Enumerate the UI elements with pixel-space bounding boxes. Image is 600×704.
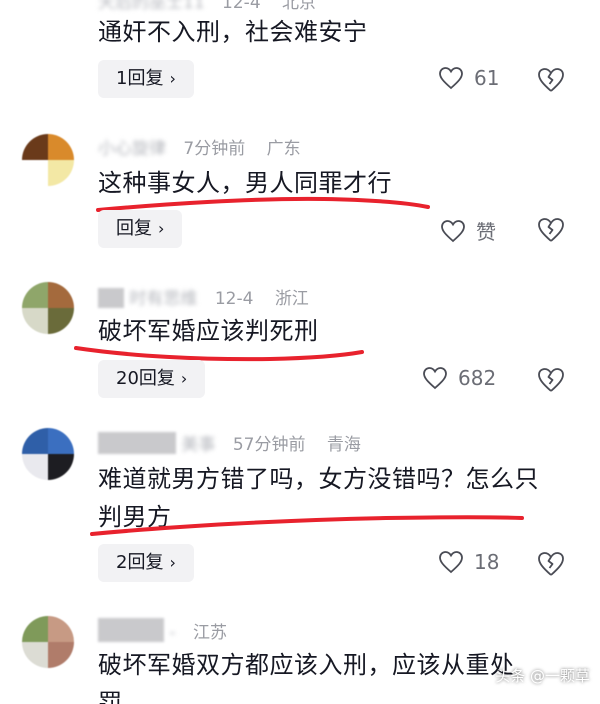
username[interactable]: 小心旋律 — [98, 134, 166, 159]
like-count: 18 — [474, 550, 500, 574]
comment-text: 通奸不入刑，社会难安宁 — [98, 18, 368, 46]
comment-location: 青海 — [326, 435, 361, 455]
comment-text: 难道就男方错了吗，女方没错吗？怎么只判男方 — [98, 465, 539, 531]
avatar[interactable] — [22, 134, 74, 186]
heart-icon — [439, 67, 463, 90]
chevron-right-icon: › — [169, 553, 176, 572]
avatar[interactable] — [22, 282, 74, 334]
like-button[interactable]: 682 — [422, 366, 496, 390]
like-count: 赞 — [476, 220, 496, 244]
username[interactable]: - — [169, 623, 175, 643]
comment-location: 北京 — [282, 0, 317, 13]
comment-text: 破坏军婚双方都应该入刑，应该从重处罚 — [98, 651, 515, 704]
comment-time: 7分钟前 — [183, 139, 246, 159]
comment-meta: 天后的巫士11 12-4 北京 — [98, 0, 332, 13]
comment-time: 57分钟前 — [232, 435, 306, 455]
comment-meta: 美事 57分钟前 青海 — [98, 430, 377, 455]
heart-icon — [423, 367, 447, 390]
avatar[interactable] — [22, 428, 74, 480]
reply-button[interactable]: 回复 › — [98, 210, 183, 248]
reply-label: 20回复 — [116, 368, 175, 389]
broken-heart-icon[interactable] — [536, 66, 566, 94]
reply-label: 2回复 — [116, 552, 164, 573]
broken-heart-icon[interactable] — [536, 550, 566, 578]
reply-button[interactable]: 2回复 › — [98, 544, 194, 582]
reply-label: 1回复 — [116, 68, 164, 89]
reply-label: 回复 — [116, 218, 152, 239]
heart-icon — [439, 551, 463, 574]
like-button[interactable]: 61 — [438, 66, 499, 90]
comment-location: 浙江 — [274, 289, 309, 309]
username[interactable]: 时有思维 — [129, 284, 197, 309]
comment-time: 12-4 — [214, 289, 254, 309]
watermark: 头条 @一颗草 — [495, 667, 590, 685]
chevron-right-icon: › — [180, 369, 188, 388]
like-button[interactable]: 赞 — [440, 216, 496, 245]
like-count: 682 — [458, 366, 497, 390]
avatar[interactable] — [22, 616, 74, 668]
comment-meta: - 江苏 — [98, 618, 243, 643]
reply-button[interactable]: 20回复 › — [98, 360, 206, 398]
heart-icon — [441, 219, 465, 242]
chevron-right-icon: › — [169, 69, 176, 88]
comment-time: 12-4 — [222, 0, 261, 13]
reply-button[interactable]: 1回复 › — [98, 60, 194, 98]
chevron-right-icon: › — [158, 219, 165, 238]
comment-meta: 小心旋律 7分钟前 广东 — [98, 134, 317, 159]
username[interactable]: 天后的巫士11 — [98, 0, 205, 13]
comment-location: 江苏 — [192, 623, 227, 643]
username[interactable]: 美事 — [181, 430, 215, 455]
like-count: 61 — [474, 66, 500, 90]
comment-meta: 时有思维 12-4 浙江 — [98, 284, 325, 309]
broken-heart-icon[interactable] — [536, 216, 566, 244]
like-button[interactable]: 18 — [438, 550, 499, 574]
broken-heart-icon[interactable] — [536, 366, 566, 394]
comment-text: 破坏军婚应该判死刑 — [98, 317, 319, 345]
comment-text: 这种事女人，男人同罪才行 — [98, 169, 392, 197]
comment-list: 天后的巫士11 12-4 北京 通奸不入刑，社会难安宁 1回复 › 61 小心旋律… — [0, 0, 600, 704]
comment-location: 广东 — [266, 139, 301, 159]
